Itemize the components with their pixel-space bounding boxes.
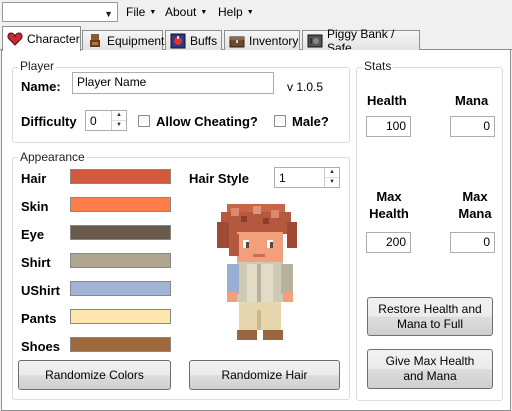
male-checkbox[interactable]	[274, 115, 286, 127]
skin-label: Skin	[21, 199, 49, 214]
hair-color-swatch[interactable]	[70, 169, 171, 184]
skin-color-swatch[interactable]	[70, 197, 171, 212]
max-mana-label: Max Mana	[446, 188, 504, 222]
difficulty-label: Difficulty	[21, 114, 77, 129]
menu-help[interactable]: Help ▼	[218, 5, 254, 19]
health-label: Health	[367, 93, 407, 108]
ushirt-color-swatch[interactable]	[70, 281, 171, 296]
give-max-health-mana-button[interactable]: Give Max Health and Mana	[367, 349, 493, 389]
menu-bar: ▼ File ▼ About ▼ Help ▼	[0, 0, 512, 25]
name-label: Name:	[21, 79, 61, 94]
hair-style-label: Hair Style	[189, 171, 249, 186]
appearance-group-title: Appearance	[18, 150, 87, 164]
max-mana-label-line1: Max	[462, 189, 488, 204]
randomize-hair-button[interactable]: Randomize Hair	[189, 360, 340, 390]
player-group-title: Player	[18, 59, 57, 73]
menu-about-label: About	[165, 5, 197, 19]
hair-style-spin-buttons[interactable]: ▲ ▼	[324, 168, 339, 187]
menu-file-label: File	[126, 5, 146, 19]
tab-buffs-label: Buffs	[190, 33, 218, 48]
spin-up-icon[interactable]: ▲	[325, 168, 339, 178]
version-text: v 1.0.5	[287, 80, 324, 94]
spin-down-icon[interactable]: ▼	[112, 121, 126, 131]
eye-label: Eye	[21, 227, 45, 242]
health-input[interactable]: 100	[366, 116, 411, 137]
pants-color-swatch[interactable]	[70, 309, 171, 324]
menu-file[interactable]: File ▼	[126, 5, 156, 19]
max-health-label-line1: Max	[376, 189, 402, 204]
difficulty-value: 0	[90, 114, 97, 128]
tab-inventory-label: Inventory	[249, 33, 299, 48]
allow-cheating-label: Allow Cheating?	[156, 114, 258, 129]
caret-down-icon: ▼	[246, 9, 254, 17]
caret-down-icon: ▼	[149, 9, 157, 17]
stats-group-title: Stats	[362, 59, 394, 73]
allow-cheating-checkbox[interactable]	[138, 115, 150, 127]
shoes-color-swatch[interactable]	[70, 337, 171, 352]
ushirt-label: UShirt	[21, 283, 60, 298]
caret-down-icon: ▼	[200, 9, 208, 17]
max-health-label: Max Health	[360, 188, 418, 222]
character-select-combo[interactable]: ▼	[2, 2, 118, 22]
difficulty-stepper[interactable]: 0 ▲ ▼	[85, 110, 127, 131]
heart-icon	[7, 31, 23, 47]
give-max-button-line2: and Mana	[403, 369, 457, 383]
player-name-input[interactable]: Player Name	[72, 72, 274, 94]
max-mana-input[interactable]: 0	[450, 232, 495, 253]
chevron-down-icon: ▼	[104, 9, 113, 19]
shirt-color-swatch[interactable]	[70, 253, 171, 268]
eye-color-swatch[interactable]	[70, 225, 171, 240]
tab-character[interactable]: Character	[2, 26, 81, 51]
tab-inventory[interactable]: Inventory	[224, 30, 300, 50]
pants-label: Pants	[21, 311, 57, 326]
spin-up-icon[interactable]: ▲	[112, 111, 126, 121]
shoes-label: Shoes	[21, 339, 61, 354]
menu-about[interactable]: About ▼	[165, 5, 207, 19]
safe-icon	[307, 33, 323, 49]
tab-character-label: Character	[27, 32, 80, 46]
hair-label: Hair	[21, 171, 47, 186]
tab-piggy-bank-safe[interactable]: Piggy Bank / Safe	[302, 27, 420, 55]
hair-style-value: 1	[279, 171, 286, 185]
chest-icon	[229, 33, 245, 49]
tab-buffs[interactable]: Buffs	[165, 30, 222, 50]
tab-equipment-label: Equipment	[107, 33, 165, 48]
armor-icon	[87, 33, 103, 49]
male-label: Male?	[292, 114, 329, 129]
restore-button-line1: Restore Health and	[378, 301, 482, 316]
restore-button-line2: Mana to Full	[396, 316, 464, 331]
randomize-colors-button[interactable]: Randomize Colors	[18, 360, 171, 390]
mana-input[interactable]: 0	[450, 116, 495, 137]
spin-down-icon[interactable]: ▼	[325, 178, 339, 188]
mana-label: Mana	[455, 93, 489, 108]
max-health-label-line2: Health	[369, 206, 409, 221]
max-health-input[interactable]: 200	[366, 232, 411, 253]
menu-help-label: Help	[218, 5, 243, 19]
shirt-label: Shirt	[21, 255, 51, 270]
character-preview-sprite	[217, 204, 297, 340]
potion-icon	[170, 33, 186, 49]
tab-equipment[interactable]: Equipment	[82, 30, 165, 50]
max-mana-label-line2: Mana	[458, 206, 492, 221]
difficulty-spin-buttons[interactable]: ▲ ▼	[111, 111, 126, 130]
restore-health-mana-button[interactable]: Restore Health and Mana to Full	[367, 297, 493, 336]
hair-style-stepper[interactable]: 1 ▲ ▼	[274, 167, 340, 188]
give-max-button-line1: Give Max Health	[385, 354, 475, 368]
